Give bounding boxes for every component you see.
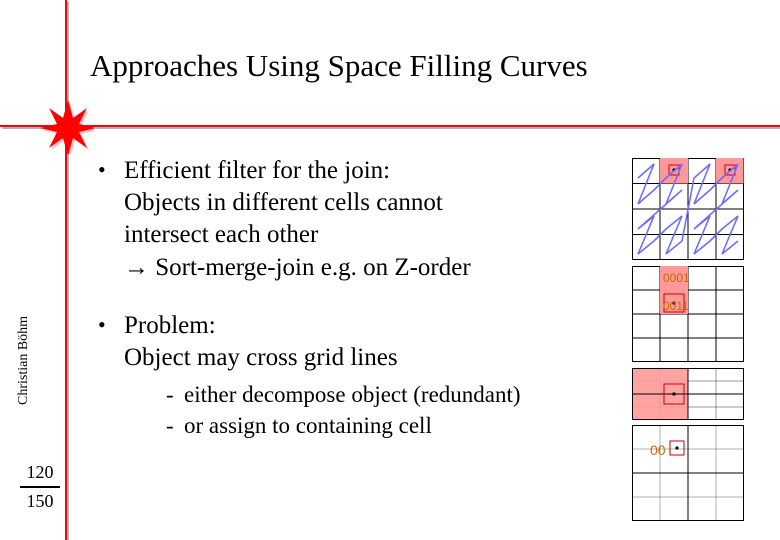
bullet-1-line-1: Efficient filter for the join: — [124, 157, 390, 184]
code-label-00: 00 — [650, 442, 666, 458]
author-label: Christian Böhm — [16, 316, 32, 405]
code-label-0011: 0011 — [663, 299, 689, 313]
figure-coarse-code-grid: 00 — [632, 425, 744, 521]
divider-vertical — [65, 0, 67, 540]
slide: Approaches Using Space Filling Curves Ef… — [0, 0, 780, 540]
bullet-2: Problem: Object may cross grid lines eit… — [90, 310, 560, 441]
figure-z-curve-grid — [632, 158, 744, 260]
page-total: 150 — [20, 491, 60, 512]
bullet-2-line-1: Problem: — [124, 312, 216, 339]
slide-body: Efficient filter for the join: Objects i… — [90, 155, 560, 467]
bullet-1: Efficient filter for the join: Objects i… — [90, 155, 560, 284]
arrow-icon: → — [124, 253, 149, 281]
bullet-1-line-4: Sort-merge-join e.g. on Z-order — [149, 254, 471, 281]
sub-bullet-1: either decompose object (redundant) — [160, 380, 560, 409]
bullet-2-line-2: Object may cross grid lines — [124, 344, 398, 371]
page-divider-line — [20, 486, 60, 488]
sub-bullet-2: or assign to containing cell — [160, 411, 560, 440]
divider-horizontal — [0, 125, 780, 127]
code-label-0001: 0001 — [663, 271, 690, 285]
bullet-1-line-3: intersect each other — [124, 221, 318, 248]
page-current: 120 — [20, 462, 60, 483]
figure-quadrant-grid — [632, 368, 744, 420]
page-numbers: 120 150 — [20, 462, 60, 512]
figure-z-codes-grid: 0001 0011 — [632, 266, 744, 362]
bullet-1-line-2: Objects in different cells cannot — [124, 189, 443, 216]
slide-title: Approaches Using Space Filling Curves — [90, 48, 760, 84]
star-burst-icon — [38, 98, 94, 154]
